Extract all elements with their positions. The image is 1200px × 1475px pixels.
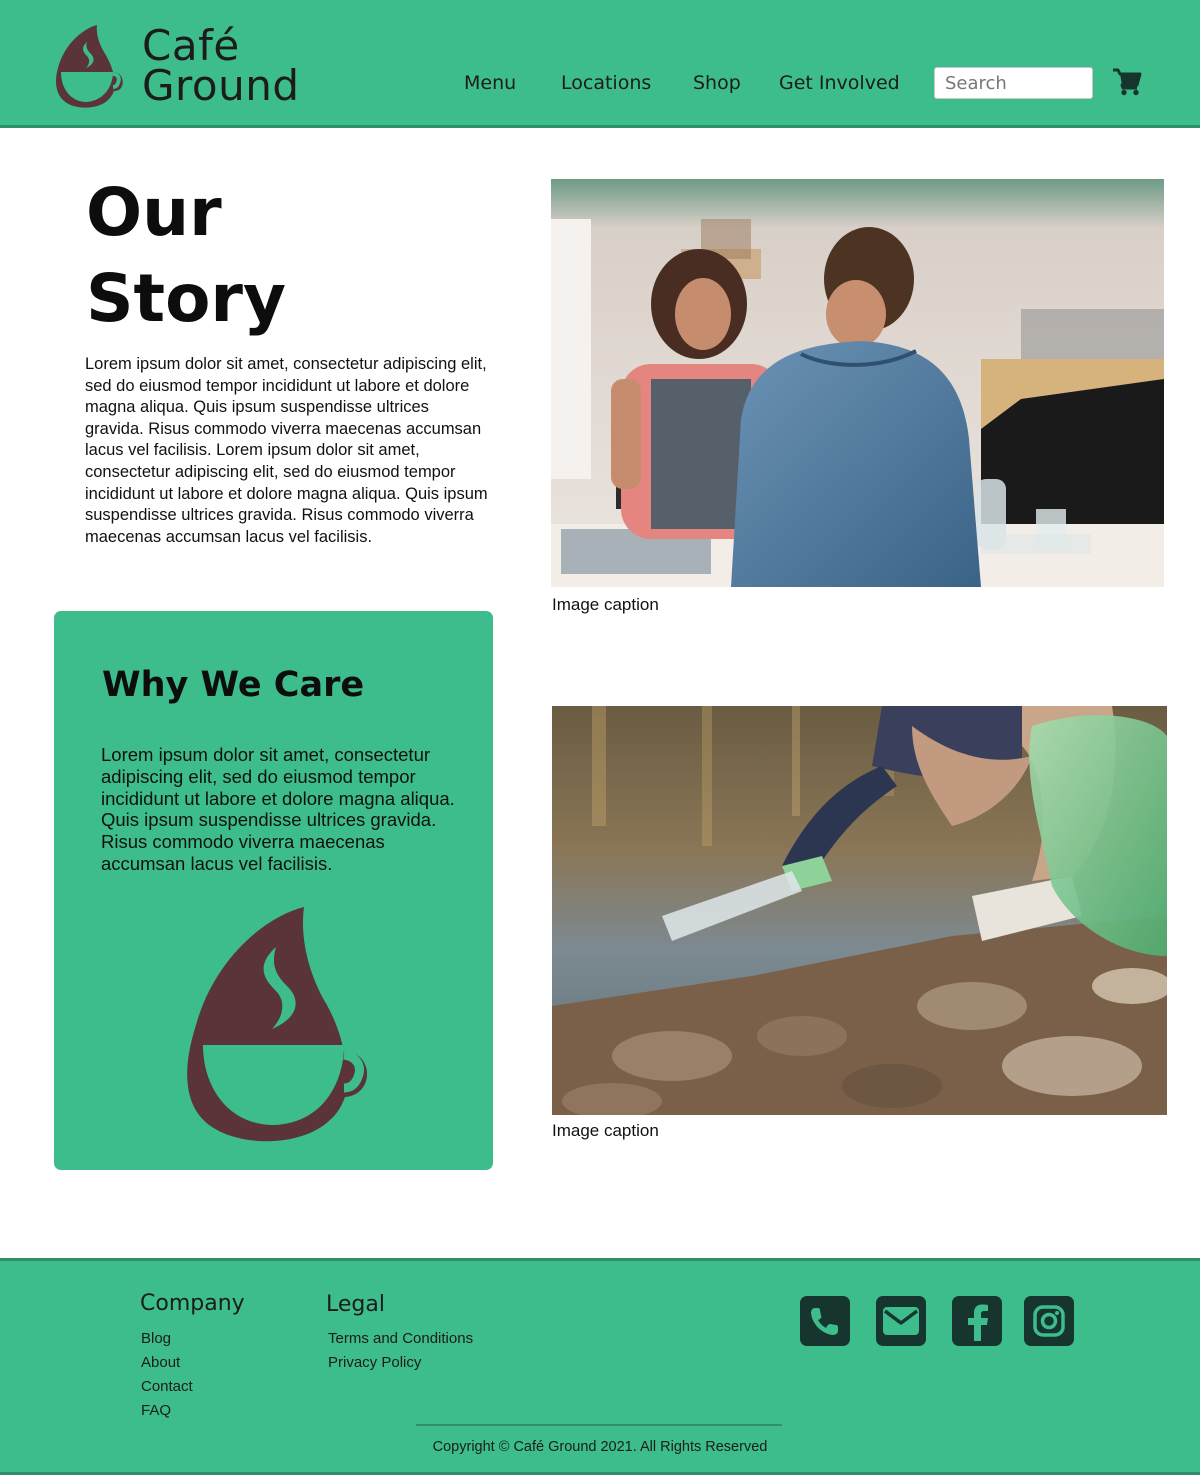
footer-link-contact[interactable]: Contact [141,1378,193,1395]
brand-name-line2: Ground [142,61,300,110]
footer-link-faq[interactable]: FAQ [141,1402,171,1419]
brand-name[interactable]: Café Ground [142,21,300,110]
nav-item-get-involved[interactable]: Get Involved [779,72,900,94]
cafe-ground-logo-icon[interactable] [54,22,124,110]
footer-link-terms[interactable]: Terms and Conditions [328,1330,473,1347]
footer-heading-legal: Legal [326,1292,385,1317]
nav-item-shop[interactable]: Shop [693,72,741,94]
facebook-icon[interactable] [952,1296,1002,1346]
footer-link-privacy[interactable]: Privacy Policy [328,1354,421,1371]
nav-item-menu[interactable]: Menu [464,72,516,94]
why-we-care-card: Why We Care Lorem ipsum dolor sit amet, … [54,611,493,1170]
copyright-text: Copyright © Café Ground 2021. All Rights… [432,1439,768,1455]
cafe-counter-photo [551,179,1164,587]
shopping-cart-icon[interactable] [1112,68,1142,96]
river-cleanup-photo [552,706,1167,1115]
footer-divider [416,1424,782,1426]
footer-link-blog[interactable]: Blog [141,1330,171,1347]
instagram-icon[interactable] [1024,1296,1074,1346]
site-footer: Company Blog About Contact FAQ Legal Ter… [0,1258,1200,1475]
search-input[interactable] [934,67,1093,99]
brand-name-line1: Café [142,21,240,70]
care-paragraph: Lorem ipsum dolor sit amet, consectetur … [101,744,455,874]
photo-caption: Image caption [552,595,659,614]
page-title-line1: Our [86,174,222,251]
care-heading: Why We Care [102,665,365,705]
site-header: Café Ground Menu Locations Shop Get Invo… [0,0,1200,128]
footer-heading-company: Company [140,1291,245,1316]
phone-icon[interactable] [800,1296,850,1346]
page-title-line2: Story [86,260,286,337]
photo-caption: Image caption [552,1121,659,1140]
page-title: Our Story [86,170,506,342]
coffee-drop-icon [187,907,368,1142]
footer-link-about[interactable]: About [141,1354,180,1371]
story-paragraph: Lorem ipsum dolor sit amet, consectetur … [85,355,488,546]
envelope-icon[interactable] [876,1296,926,1346]
nav-item-locations[interactable]: Locations [561,72,651,94]
